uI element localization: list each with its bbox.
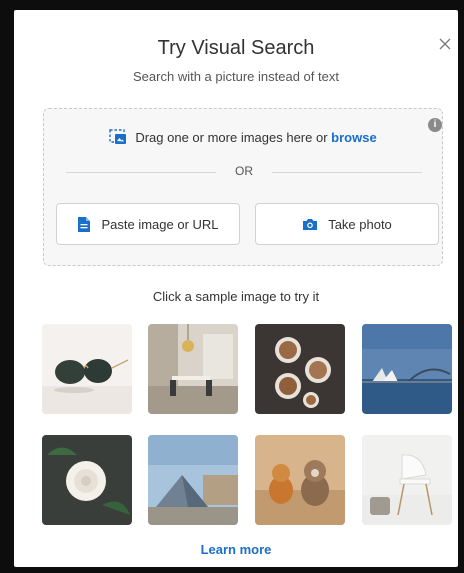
divider-line-right xyxy=(272,172,422,173)
document-icon xyxy=(78,216,91,232)
sample-image-coffee-cups[interactable] xyxy=(255,324,345,414)
take-photo-button[interactable]: Take photo xyxy=(255,203,439,245)
close-icon[interactable] xyxy=(437,36,453,52)
sample-image-grid xyxy=(42,324,452,526)
or-text: OR xyxy=(235,164,253,178)
learn-more-link[interactable]: Learn more xyxy=(14,542,458,557)
sample-images-label: Click a sample image to try it xyxy=(152,289,320,304)
image-dropzone[interactable]: i Drag one or more images here or browse… xyxy=(43,108,443,266)
sample-image-louvre-pyramid[interactable] xyxy=(148,435,238,525)
browse-link[interactable]: browse xyxy=(331,130,377,145)
sample-image-sunglasses[interactable] xyxy=(42,324,132,414)
sample-image-dogs[interactable] xyxy=(255,435,345,525)
dialog-subtitle: Search with a picture instead of text xyxy=(133,69,339,84)
paste-button-label: Paste image or URL xyxy=(101,216,219,232)
paste-image-button[interactable]: Paste image or URL xyxy=(56,203,240,245)
photo-button-label: Take photo xyxy=(328,216,392,232)
or-divider: OR xyxy=(66,164,422,180)
drag-instructions: Drag one or more images here or browse xyxy=(44,129,442,148)
visual-search-dialog: Try Visual Search Search with a picture … xyxy=(14,10,458,567)
sample-image-white-rose[interactable] xyxy=(42,435,132,525)
drag-text: Drag one or more images here or xyxy=(135,129,328,145)
sample-image-dining-room[interactable] xyxy=(148,324,238,414)
window-frame: Try Visual Search Search with a picture … xyxy=(0,0,464,573)
camera-icon xyxy=(303,219,318,230)
sample-image-white-chair[interactable] xyxy=(362,435,452,525)
dialog-title: Try Visual Search xyxy=(157,37,315,59)
sample-image-sydney-opera-house[interactable] xyxy=(362,324,452,414)
drag-image-icon xyxy=(109,129,127,148)
